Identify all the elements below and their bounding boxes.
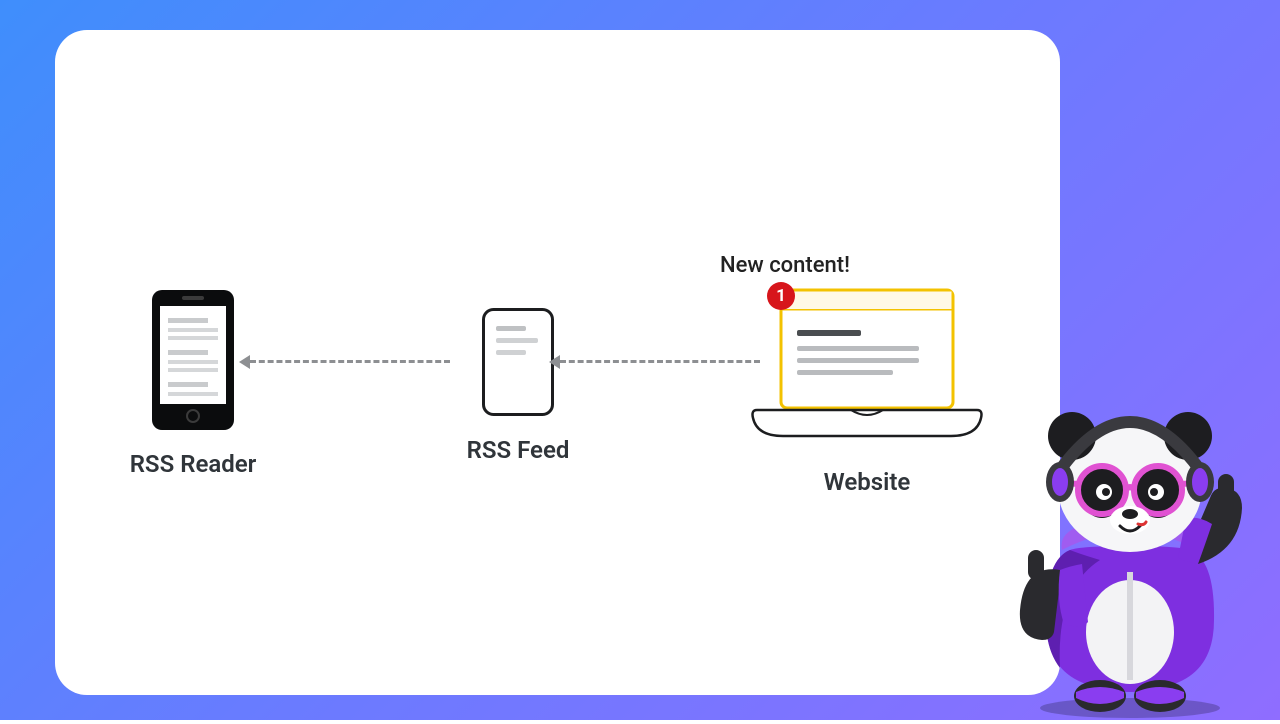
notification-badge: 1	[767, 282, 795, 310]
rss-feed-label: RSS Feed	[463, 436, 573, 464]
new-content-annotation: New content!	[720, 253, 850, 278]
laptop-icon	[751, 288, 983, 438]
node-rss-feed: RSS Feed	[463, 308, 573, 464]
node-rss-reader: RSS Reader	[123, 290, 263, 478]
arrow-website-to-feed	[560, 360, 760, 363]
diagram-card: New content! RSS Reader	[55, 30, 1060, 695]
document-icon	[482, 308, 554, 416]
rss-reader-label: RSS Reader	[123, 450, 263, 478]
node-website: 1 Website	[747, 288, 987, 496]
website-label: Website	[747, 468, 987, 496]
diagram-stage: New content! RSS Reader	[55, 30, 1060, 695]
panda-mascot-icon	[1000, 400, 1260, 720]
arrow-feed-to-reader	[250, 360, 450, 363]
phone-icon	[152, 290, 234, 430]
